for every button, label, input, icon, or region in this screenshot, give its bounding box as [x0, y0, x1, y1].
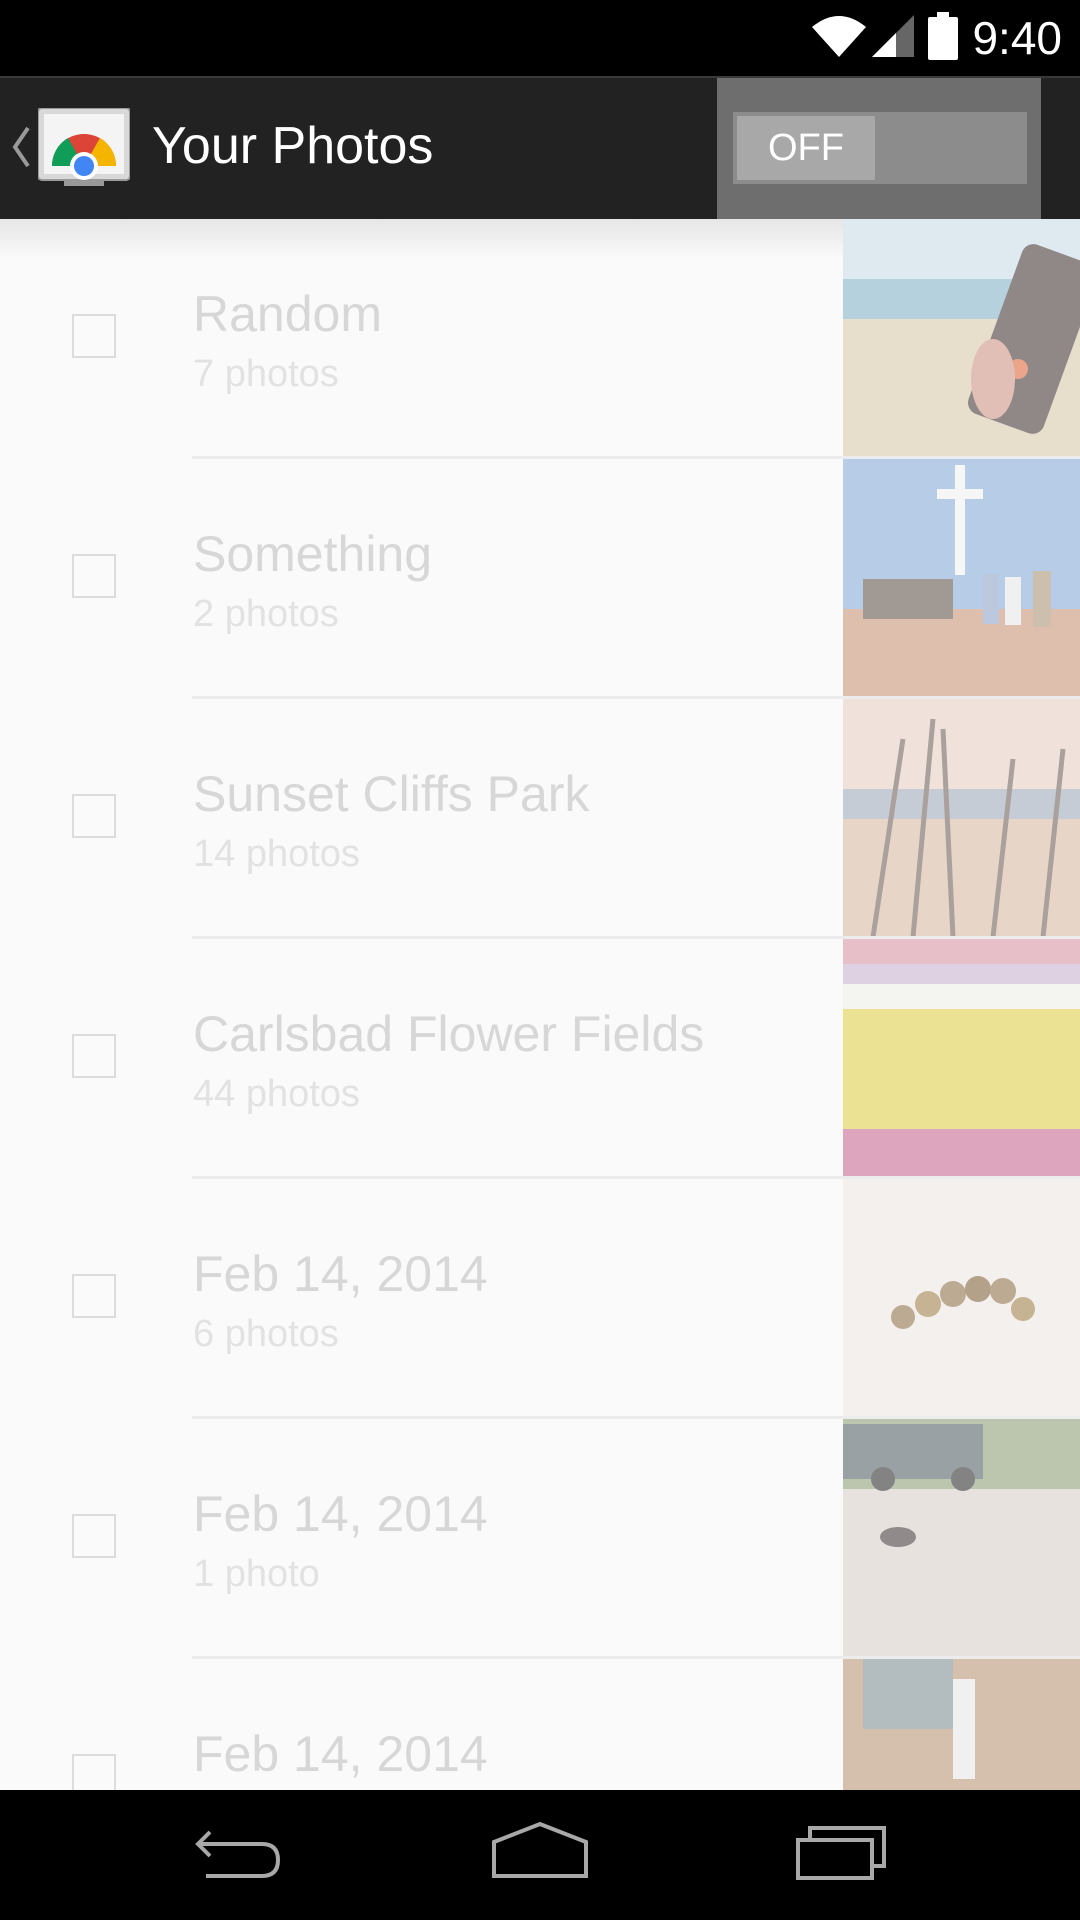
album-thumbnail[interactable] [843, 219, 1080, 457]
album-checkbox[interactable] [72, 554, 116, 598]
action-bar: Your Photos OFF [0, 76, 1080, 219]
page-title: Your Photos [152, 117, 434, 175]
album-title: Feb 14, 2014 [193, 1486, 488, 1542]
album-count: 14 photos [193, 833, 360, 875]
album-count: 1 photo [193, 1553, 320, 1595]
list-shadow [0, 219, 843, 259]
list-item[interactable]: Feb 14, 2014 [0, 1659, 1080, 1790]
album-title: Feb 14, 2014 [193, 1246, 488, 1302]
battery-icon [928, 11, 959, 65]
album-checkbox[interactable] [72, 1274, 116, 1318]
list-item[interactable]: Carlsbad Flower Fields 44 photos [0, 939, 1080, 1179]
chromecast-photos-icon[interactable] [37, 107, 131, 188]
recents-icon[interactable] [794, 1818, 890, 1889]
wifi-icon [810, 13, 868, 64]
album-count: 7 photos [193, 353, 339, 395]
album-title: Sunset Cliffs Park [193, 766, 590, 822]
status-bar: 9:40 [0, 0, 1080, 76]
album-checkbox[interactable] [72, 1034, 116, 1078]
album-checkbox[interactable] [72, 314, 116, 358]
cast-toggle-area[interactable]: OFF [717, 78, 1041, 219]
album-checkbox[interactable] [72, 1754, 116, 1790]
album-count: 6 photos [193, 1313, 339, 1355]
album-title: Something [193, 526, 433, 582]
up-caret-icon[interactable] [10, 126, 32, 173]
album-list: Random 7 photos Something 2 photos Sunse… [0, 219, 1080, 1790]
list-item[interactable]: Feb 14, 2014 6 photos [0, 1179, 1080, 1419]
album-count: 44 photos [193, 1073, 360, 1115]
album-count: 2 photos [193, 593, 339, 635]
back-icon[interactable] [192, 1818, 288, 1889]
album-thumbnail[interactable] [843, 939, 1080, 1177]
album-thumbnail[interactable] [843, 699, 1080, 937]
cast-toggle[interactable]: OFF [733, 112, 1027, 184]
toggle-label: OFF [768, 126, 844, 169]
home-icon[interactable] [490, 1818, 590, 1889]
album-thumbnail[interactable] [843, 1179, 1080, 1417]
list-item[interactable]: Sunset Cliffs Park 14 photos [0, 699, 1080, 939]
signal-icon [870, 13, 916, 64]
navigation-bar [0, 1790, 1080, 1920]
toggle-thumb[interactable]: OFF [737, 116, 875, 180]
status-time: 9:40 [972, 12, 1062, 64]
album-thumbnail[interactable] [843, 1419, 1080, 1657]
status-icons: 9:40 [810, 0, 1062, 76]
album-checkbox[interactable] [72, 1514, 116, 1558]
list-item[interactable]: Feb 14, 2014 1 photo [0, 1419, 1080, 1659]
album-title: Random [193, 286, 382, 342]
album-title: Feb 14, 2014 [193, 1726, 488, 1782]
album-checkbox[interactable] [72, 794, 116, 838]
album-thumbnail[interactable] [843, 1659, 1080, 1790]
list-item[interactable]: Something 2 photos [0, 459, 1080, 699]
album-thumbnail[interactable] [843, 459, 1080, 697]
album-title: Carlsbad Flower Fields [193, 1006, 705, 1062]
